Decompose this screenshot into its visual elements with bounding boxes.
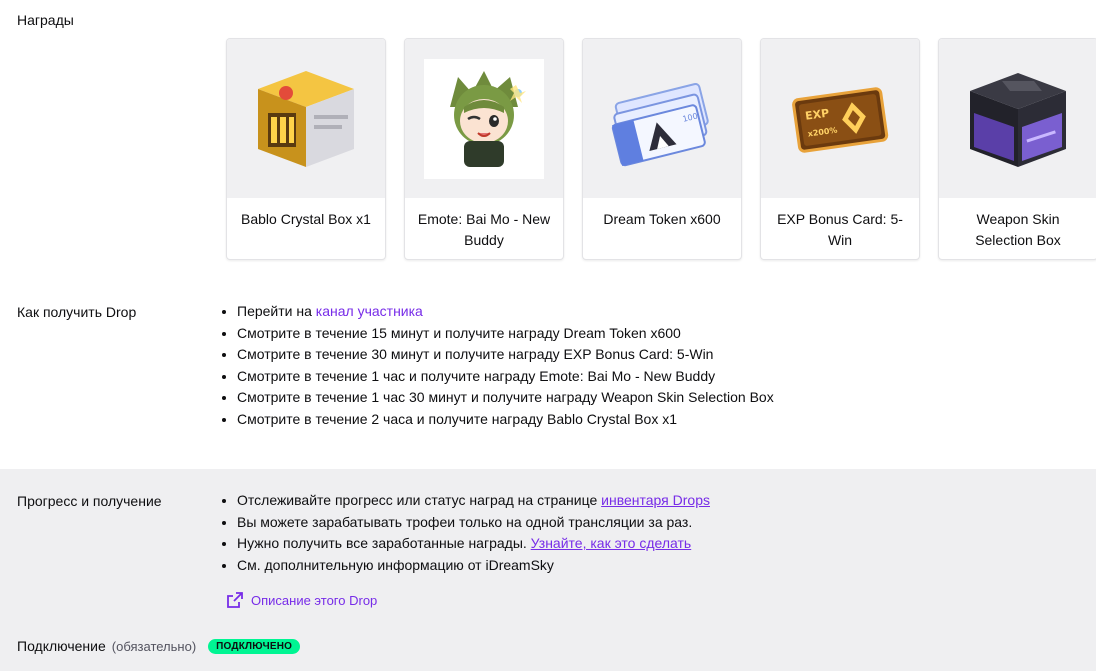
list-item: Отслеживайте прогресс или статус наград … <box>237 490 710 512</box>
required-note: (обязательно) <box>111 638 197 654</box>
list-item: Вы можете зарабатывать трофеи только на … <box>237 512 710 534</box>
list-item: Нужно получить все заработанные награды.… <box>237 533 710 555</box>
reward-card[interactable]: Weapon Skin Selection Box <box>938 38 1096 260</box>
external-link-icon <box>227 592 243 608</box>
how-to-heading: Как получить Drop <box>17 304 137 320</box>
how-to-list: Перейти на канал участника Смотрите в те… <box>221 301 774 430</box>
progress-list: Отслеживайте прогресс или статус наград … <box>221 490 710 576</box>
item-text: Нужно получить все заработанные награды. <box>237 535 531 551</box>
reward-image: EXP x200% <box>761 39 919 198</box>
go-prefix: Перейти на <box>237 303 316 319</box>
reward-image: 100 <box>583 39 741 198</box>
reward-image <box>227 39 385 198</box>
list-item: Смотрите в течение 15 минут и получите н… <box>237 323 774 345</box>
rewards-list: Bablo Crystal Box x1 Emote: Bai Mo - New… <box>226 38 1096 260</box>
list-item: Смотрите в течение 2 часа и получите наг… <box>237 409 774 431</box>
list-item: См. дополнительную информацию от iDreamS… <box>237 555 710 577</box>
reward-card[interactable]: 100 Dream Token x600 <box>582 38 742 260</box>
reward-name: Weapon Skin Selection Box <box>975 211 1061 248</box>
participant-channel-link[interactable]: канал участника <box>316 303 423 319</box>
list-item: Смотрите в течение 1 час 30 минут и полу… <box>237 387 774 409</box>
reward-image <box>405 39 563 198</box>
reward-image <box>939 39 1096 198</box>
reward-name: Dream Token x600 <box>603 211 721 227</box>
gold-crystal-box-icon <box>258 70 354 167</box>
drop-description-link[interactable]: Описание этого Drop <box>227 592 377 608</box>
weapon-skin-box-icon <box>970 72 1066 167</box>
reward-card[interactable]: EXP x200% EXP Bonus Card: 5-Win <box>760 38 920 260</box>
rewards-heading: Награды <box>17 12 74 28</box>
connection-row: Подключение (обязательно) ПОДКЛЮЧЕНО <box>17 638 301 654</box>
reward-name: Emote: Bai Mo - New Buddy <box>417 211 551 248</box>
list-item: Смотрите в течение 1 час и получите нагр… <box>237 366 774 388</box>
list-item: Перейти на канал участника <box>237 301 774 323</box>
progress-heading: Прогресс и получение <box>17 493 162 509</box>
reward-card[interactable]: Emote: Bai Mo - New Buddy <box>404 38 564 260</box>
dream-token-tickets-icon: 100 <box>611 82 709 166</box>
reward-name: Bablo Crystal Box x1 <box>241 211 371 227</box>
list-item: Смотрите в течение 30 минут и получите н… <box>237 344 774 366</box>
emote-frame <box>424 58 544 179</box>
emote-chibi-character-icon <box>450 70 526 167</box>
drop-description-label: Описание этого Drop <box>251 592 378 608</box>
reward-card[interactable]: Bablo Crystal Box x1 <box>226 38 386 260</box>
learn-how-link[interactable]: Узнайте, как это сделать <box>531 535 692 551</box>
reward-name: EXP Bonus Card: 5-Win <box>777 211 903 248</box>
exp-bonus-card-icon: EXP x200% <box>792 86 889 153</box>
drops-inventory-link[interactable]: инвентаря Drops <box>601 492 710 508</box>
connected-status-badge: ПОДКЛЮЧЕНО <box>208 638 301 654</box>
item-text: Отслеживайте прогресс или статус наград … <box>237 492 602 508</box>
connection-heading: Подключение <box>17 638 106 654</box>
